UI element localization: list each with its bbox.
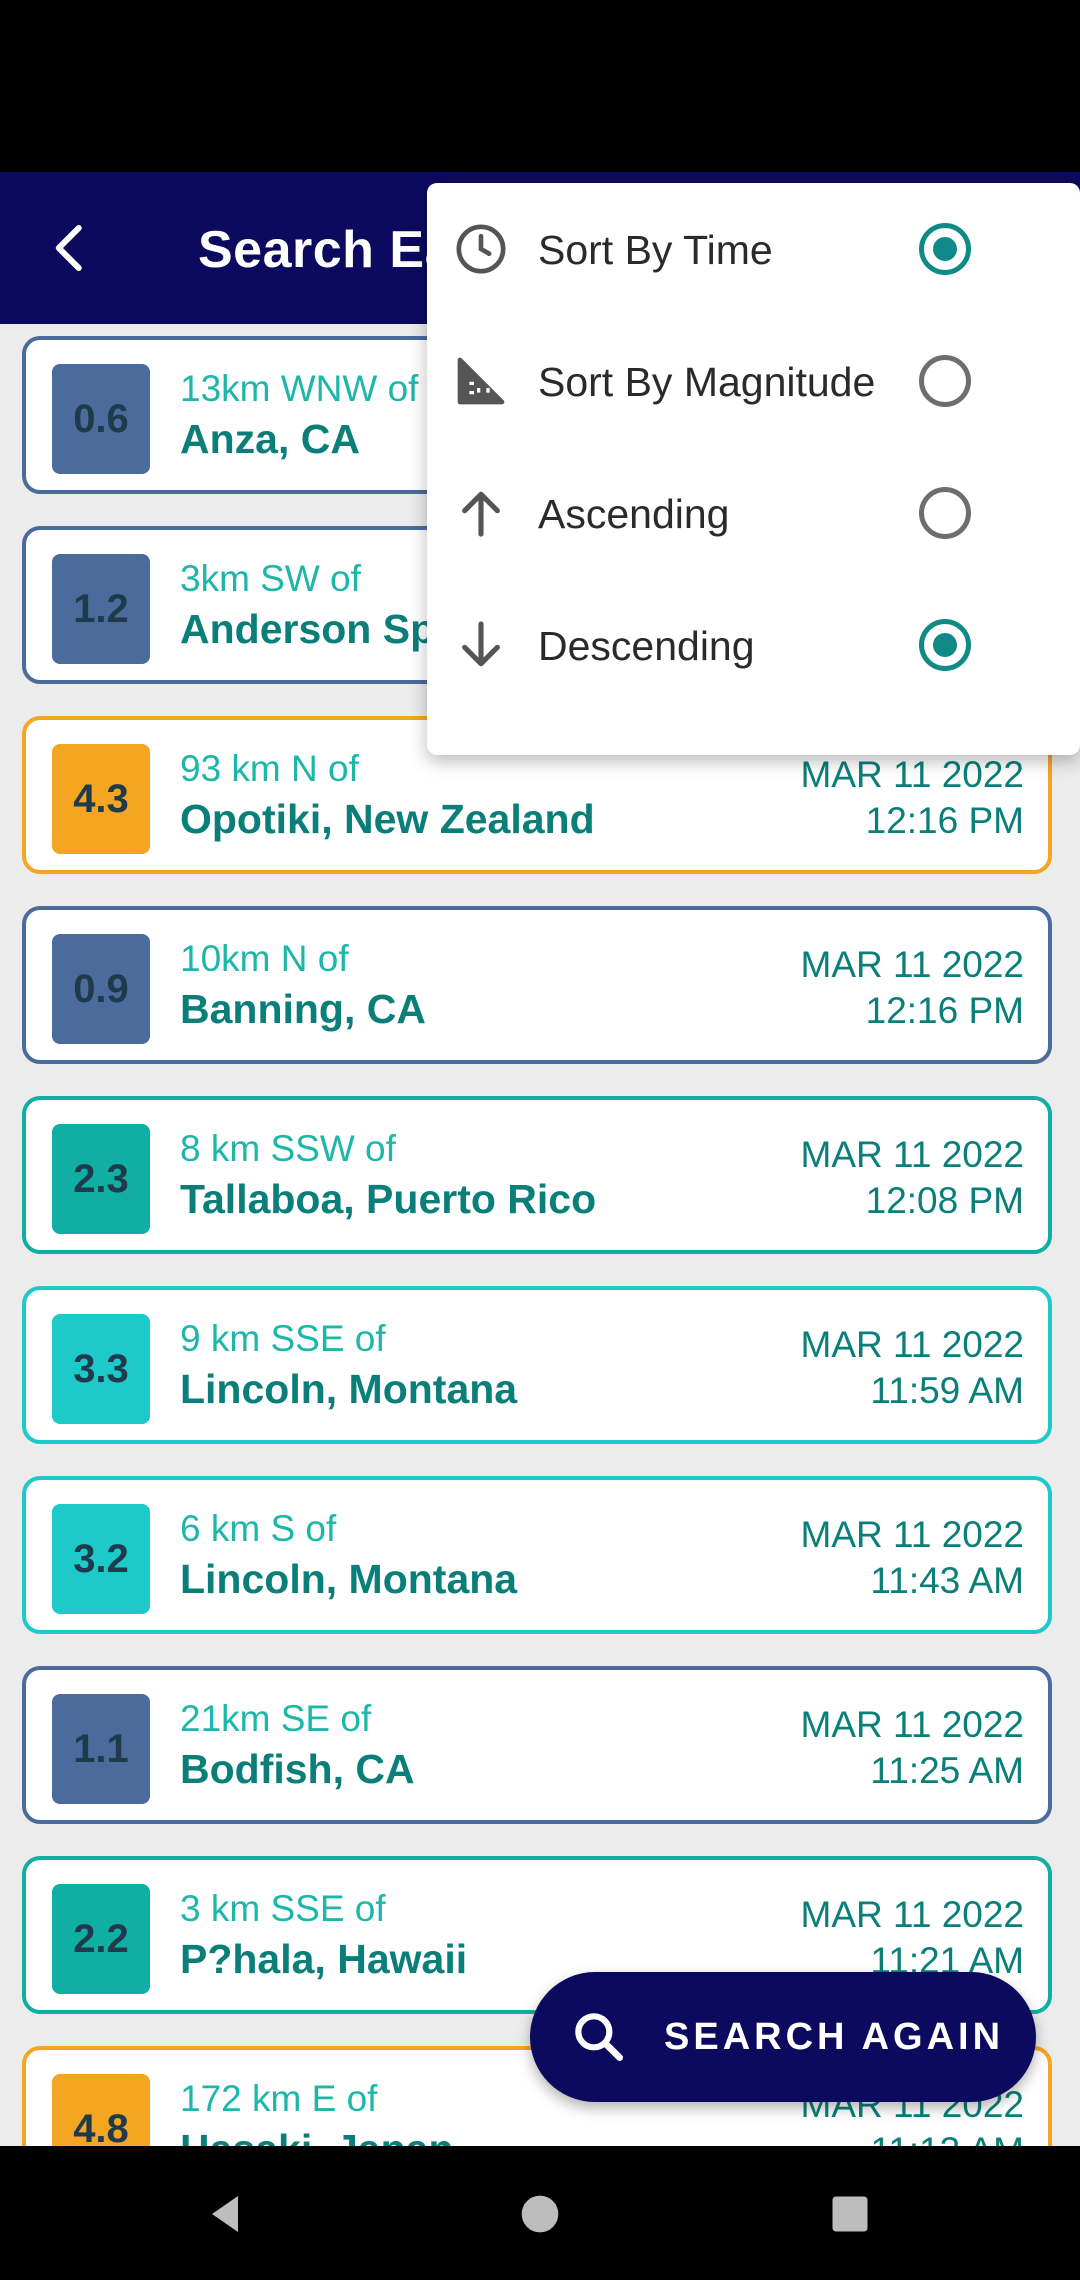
- menu-item-label: Ascending: [538, 491, 730, 537]
- back-button[interactable]: [30, 208, 110, 288]
- magnitude-badge: 2.2: [52, 1884, 150, 1994]
- time-text: 12:16 PM: [865, 990, 1024, 1031]
- arrow-down-icon: [462, 621, 500, 667]
- square-recents-icon: [832, 2196, 868, 2232]
- time-text: 12:16 PM: [865, 800, 1024, 841]
- date-text: MAR 11 2022: [800, 1514, 1025, 1555]
- menu-item-sort-by-time[interactable]: Sort By Time: [427, 183, 1080, 315]
- distance-text: 21km SE of: [180, 1698, 372, 1739]
- clock-icon: [456, 224, 506, 274]
- nav-back-button[interactable]: [186, 2174, 266, 2254]
- distance-text: 9 km SSE of: [180, 1318, 386, 1359]
- time-text: 11:13 AM: [870, 2130, 1024, 2146]
- date-text: MAR 11 2022: [800, 1134, 1025, 1175]
- distance-text: 8 km SSW of: [180, 1128, 396, 1169]
- distance-text: 3 km SSE of: [180, 1888, 386, 1929]
- earthquake-card[interactable]: 1.1 21km SE of Bodfish, CA MAR 11 2022 1…: [22, 1666, 1052, 1824]
- place-text: Lincoln, Montana: [180, 1366, 518, 1412]
- magnitude-badge: 1.1: [52, 1694, 150, 1804]
- nav-home-button[interactable]: [500, 2174, 580, 2254]
- magnitude-badge: 2.3: [52, 1124, 150, 1234]
- sort-by-time-radio[interactable]: [919, 223, 971, 275]
- place-text: Tallaboa, Puerto Rico: [180, 1176, 597, 1222]
- date-text: MAR 11 2022: [800, 754, 1025, 795]
- place-text: Opotiki, New Zealand: [180, 796, 595, 842]
- place-text: Anza, CA: [180, 416, 360, 462]
- back-arrow-icon: [55, 225, 82, 271]
- circle-home-icon: [521, 2195, 559, 2233]
- distance-text: 13km WNW of: [180, 368, 419, 409]
- triangle-back-icon: [212, 2196, 238, 2232]
- earthquake-card[interactable]: 3.2 6 km S of Lincoln, Montana MAR 11 20…: [22, 1476, 1052, 1634]
- menu-item-label: Sort By Time: [538, 227, 773, 273]
- menu-item-label: Descending: [538, 623, 755, 669]
- place-text: P?hala, Hawaii: [180, 1936, 468, 1982]
- time-text: 11:43 AM: [870, 1560, 1024, 1601]
- magnitude-badge: 0.6: [52, 364, 150, 474]
- arrow-up-icon: [462, 491, 500, 537]
- date-text: MAR 11 2022: [800, 1704, 1025, 1745]
- magnitude-badge: 1.2: [52, 554, 150, 664]
- magnitude-ruler-icon: [457, 357, 505, 405]
- place-text: Banning, CA: [180, 986, 426, 1032]
- date-text: MAR 11 2022: [800, 1894, 1025, 1935]
- phone-screen: Search Earthquakes 0.6 13km WNW of Anza,…: [0, 0, 1080, 2280]
- distance-text: 172 km E of: [180, 2078, 378, 2119]
- earthquake-card[interactable]: 3.3 9 km SSE of Lincoln, Montana MAR 11 …: [22, 1286, 1052, 1444]
- sort-menu: Sort By Time Sort By Magnitude Ascending…: [427, 183, 1080, 755]
- menu-item-ascending[interactable]: Ascending: [427, 447, 1080, 579]
- menu-item-sort-by-magnitude[interactable]: Sort By Magnitude: [427, 315, 1080, 447]
- navigation-bar: [0, 2146, 1080, 2280]
- status-bar: [0, 0, 1080, 172]
- ascending-radio[interactable]: [919, 487, 971, 539]
- earthquake-card[interactable]: 0.9 10km N of Banning, CA MAR 11 2022 12…: [22, 906, 1052, 1064]
- time-text: 11:59 AM: [870, 1370, 1024, 1411]
- descending-radio[interactable]: [919, 619, 971, 671]
- magnitude-badge: 3.3: [52, 1314, 150, 1424]
- time-text: 12:08 PM: [865, 1180, 1024, 1221]
- date-text: MAR 11 2022: [800, 1324, 1025, 1365]
- magnitude-badge: 0.9: [52, 934, 150, 1044]
- search-again-label: SEARCH AGAIN: [664, 2016, 1005, 2058]
- distance-text: 3km SW of: [180, 558, 361, 599]
- place-text: Hasaki, Japan: [180, 2126, 454, 2146]
- magnitude-badge: 4.3: [52, 744, 150, 854]
- distance-text: 6 km S of: [180, 1508, 337, 1549]
- earthquake-card[interactable]: 2.3 8 km SSW of Tallaboa, Puerto Rico MA…: [22, 1096, 1052, 1254]
- search-icon: [575, 2013, 624, 2062]
- magnitude-badge: 3.2: [52, 1504, 150, 1614]
- search-again-button[interactable]: SEARCH AGAIN: [530, 1972, 1036, 2102]
- date-text: MAR 11 2022: [800, 944, 1025, 985]
- place-text: Lincoln, Montana: [180, 1556, 518, 1602]
- menu-item-label: Sort By Magnitude: [538, 359, 876, 405]
- place-text: Bodfish, CA: [180, 1746, 415, 1792]
- time-text: 11:25 AM: [870, 1750, 1024, 1791]
- magnitude-badge: 4.8: [52, 2074, 150, 2146]
- nav-recents-button[interactable]: [810, 2174, 890, 2254]
- distance-text: 93 km N of: [180, 748, 359, 789]
- distance-text: 10km N of: [180, 938, 349, 979]
- sort-by-magnitude-radio[interactable]: [919, 355, 971, 407]
- menu-item-descending[interactable]: Descending: [427, 579, 1080, 711]
